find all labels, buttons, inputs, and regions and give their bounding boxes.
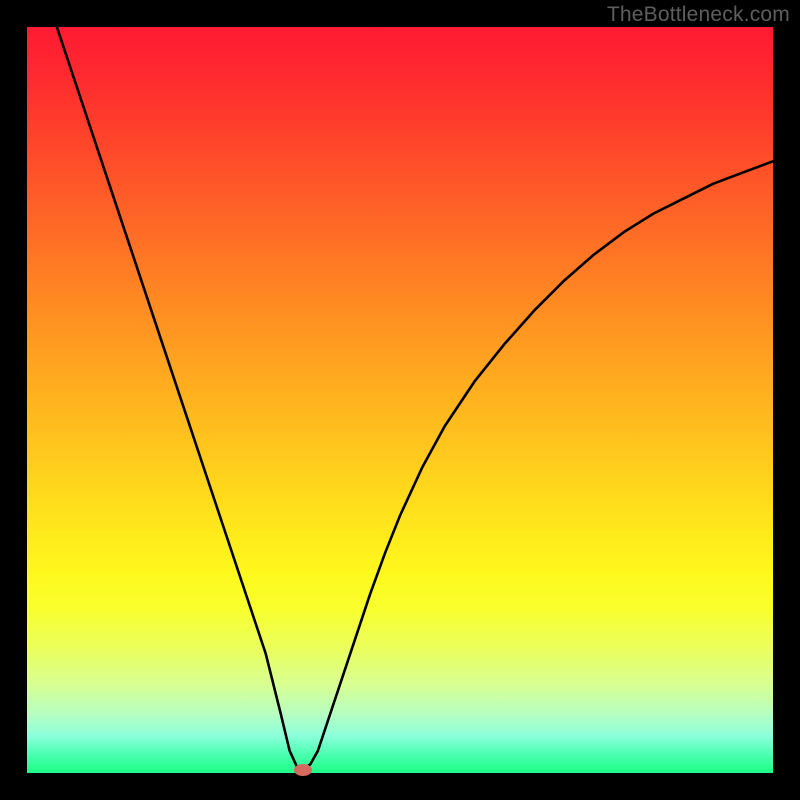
watermark: TheBottleneck.com xyxy=(607,3,790,27)
plot-area xyxy=(27,27,773,773)
bottleneck-curve xyxy=(27,27,773,773)
chart-frame: TheBottleneck.com xyxy=(0,0,800,800)
optimal-marker xyxy=(294,764,312,776)
